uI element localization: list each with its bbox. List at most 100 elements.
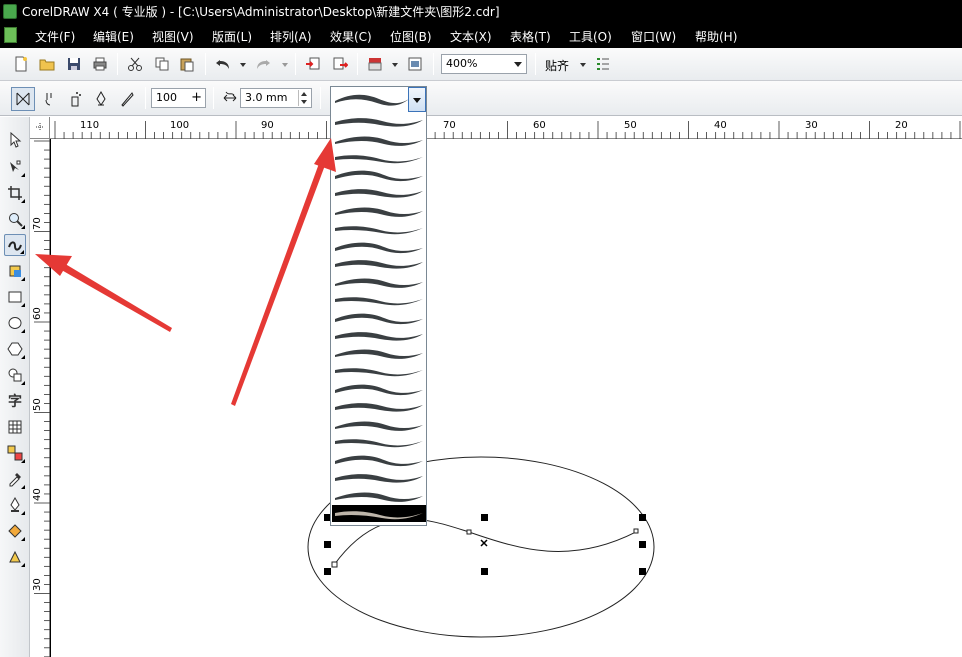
vertical-ruler[interactable]: 70 60 50 40 30 xyxy=(30,139,50,657)
menu-effects[interactable]: 效果(C) xyxy=(330,28,372,45)
rectangle-tool[interactable] xyxy=(4,286,26,308)
stroke-preset-item[interactable] xyxy=(332,469,426,486)
basic-shapes-tool[interactable] xyxy=(4,364,26,386)
flyout-corner-icon[interactable] xyxy=(21,511,25,515)
stroke-preset-dropdown[interactable] xyxy=(330,86,427,526)
eyedropper-tool[interactable] xyxy=(4,468,26,490)
menu-tools[interactable]: 工具(O) xyxy=(569,28,612,45)
stroke-preset-item[interactable] xyxy=(332,433,426,450)
snap-to-caret[interactable] xyxy=(580,63,586,67)
flyout-corner-icon[interactable] xyxy=(21,199,25,203)
pick-tool[interactable] xyxy=(4,129,26,151)
flyout-corner-icon[interactable] xyxy=(21,459,25,463)
sprayer-mode-icon[interactable] xyxy=(66,90,84,108)
save-icon[interactable] xyxy=(65,55,83,73)
flyout-corner-icon[interactable] xyxy=(21,225,25,229)
stroke-preset-item[interactable] xyxy=(332,166,426,183)
menu-arrange[interactable]: 排列(A) xyxy=(270,28,312,45)
paste-icon[interactable] xyxy=(178,55,196,73)
stroke-width-spinner[interactable] xyxy=(298,90,310,106)
flyout-corner-icon[interactable] xyxy=(21,329,25,333)
stroke-preset-item[interactable] xyxy=(332,416,426,433)
document-icon[interactable] xyxy=(4,27,17,43)
menu-edit[interactable]: 编辑(E) xyxy=(93,28,134,45)
menu-file[interactable]: 文件(F) xyxy=(35,28,75,45)
smart-fill-tool[interactable] xyxy=(4,260,26,282)
zoom-tool[interactable] xyxy=(4,208,26,230)
welcome-screen-icon[interactable] xyxy=(406,55,424,73)
text-tool[interactable]: 字 xyxy=(4,390,26,412)
flyout-corner-icon[interactable] xyxy=(21,303,25,307)
outline-tool[interactable] xyxy=(4,494,26,516)
crop-tool[interactable] xyxy=(4,182,26,204)
shape-tool[interactable] xyxy=(4,156,26,178)
stroke-preset-item[interactable] xyxy=(332,202,426,219)
flyout-corner-icon[interactable] xyxy=(21,485,25,489)
stroke-preset-item[interactable] xyxy=(332,131,426,148)
stroke-preset-item[interactable] xyxy=(332,504,426,522)
stroke-preset-item[interactable] xyxy=(332,327,426,344)
chevron-down-icon[interactable] xyxy=(514,62,522,67)
undo-dropdown-caret[interactable] xyxy=(240,63,246,67)
snap-to-label[interactable]: 贴齐 xyxy=(545,57,569,74)
application-launcher-icon[interactable] xyxy=(366,55,384,73)
brush-mode-icon[interactable] xyxy=(40,90,58,108)
freehand-smoothing-field[interactable]: 100 + xyxy=(151,88,206,108)
stroke-preset-item[interactable] xyxy=(332,255,426,272)
flyout-corner-icon[interactable] xyxy=(21,563,25,567)
interactive-blend-tool[interactable] xyxy=(4,442,26,464)
slider-plus-icon[interactable]: + xyxy=(191,90,202,105)
stroke-preset-item[interactable] xyxy=(332,487,426,504)
coreldraw-app-icon[interactable] xyxy=(3,4,17,19)
redo-icon[interactable] xyxy=(254,55,272,73)
artistic-media-tool[interactable] xyxy=(4,234,26,256)
table-tool[interactable] xyxy=(4,416,26,438)
ruler-origin[interactable] xyxy=(30,117,50,139)
flyout-corner-icon[interactable] xyxy=(21,173,25,177)
stroke-preset-item[interactable] xyxy=(332,344,426,361)
spinner-up-icon[interactable] xyxy=(301,92,307,96)
stroke-preset-item[interactable] xyxy=(332,238,426,255)
calligraphic-mode-icon[interactable] xyxy=(92,90,110,108)
menu-text[interactable]: 文本(X) xyxy=(450,28,492,45)
stroke-width-field[interactable]: 3.0 mm xyxy=(240,88,312,108)
flyout-corner-icon[interactable] xyxy=(21,277,25,281)
flyout-corner-icon[interactable] xyxy=(21,381,25,385)
menu-bitmaps[interactable]: 位图(B) xyxy=(390,28,432,45)
options-list-icon[interactable] xyxy=(594,55,612,73)
open-folder-icon[interactable] xyxy=(38,55,56,73)
import-icon[interactable] xyxy=(304,55,322,73)
stroke-preset-item[interactable] xyxy=(332,398,426,415)
ellipse-tool[interactable] xyxy=(4,312,26,334)
preset-mode-icon[interactable] xyxy=(11,87,35,111)
stroke-preset-item[interactable] xyxy=(332,362,426,379)
undo-icon[interactable] xyxy=(214,55,232,73)
horizontal-ruler[interactable]: 110 100 90 80 70 60 50 40 30 20 xyxy=(50,117,962,139)
spinner-down-icon[interactable] xyxy=(301,100,307,104)
application-launcher-caret[interactable] xyxy=(392,63,398,67)
drawing-canvas[interactable] xyxy=(51,140,962,657)
stroke-preset-item[interactable] xyxy=(332,451,426,468)
new-document-icon[interactable] xyxy=(12,55,30,73)
copy-icon[interactable] xyxy=(153,55,171,73)
stroke-dropdown-button[interactable] xyxy=(408,87,426,112)
stroke-preset-item[interactable] xyxy=(332,309,426,326)
flyout-corner-icon[interactable] xyxy=(21,537,25,541)
flyout-corner-icon[interactable] xyxy=(21,355,25,359)
menu-view[interactable]: 视图(V) xyxy=(152,28,194,45)
flyout-corner-icon[interactable] xyxy=(20,250,24,254)
export-icon[interactable] xyxy=(331,55,349,73)
pressure-mode-icon[interactable] xyxy=(118,90,136,108)
redo-dropdown-caret[interactable] xyxy=(282,63,288,67)
stroke-preset-list[interactable] xyxy=(332,113,426,525)
zoom-level-combo[interactable]: 400% xyxy=(441,54,527,74)
interactive-fill-tool[interactable] xyxy=(4,546,26,568)
print-icon[interactable] xyxy=(91,55,109,73)
stroke-preset-item[interactable] xyxy=(332,291,426,308)
stroke-preset-item[interactable] xyxy=(332,113,426,130)
stroke-preset-item[interactable] xyxy=(332,149,426,166)
menu-layout[interactable]: 版面(L) xyxy=(212,28,252,45)
menu-window[interactable]: 窗口(W) xyxy=(631,28,676,45)
stroke-preset-item[interactable] xyxy=(332,380,426,397)
stroke-preset-item[interactable] xyxy=(332,273,426,290)
